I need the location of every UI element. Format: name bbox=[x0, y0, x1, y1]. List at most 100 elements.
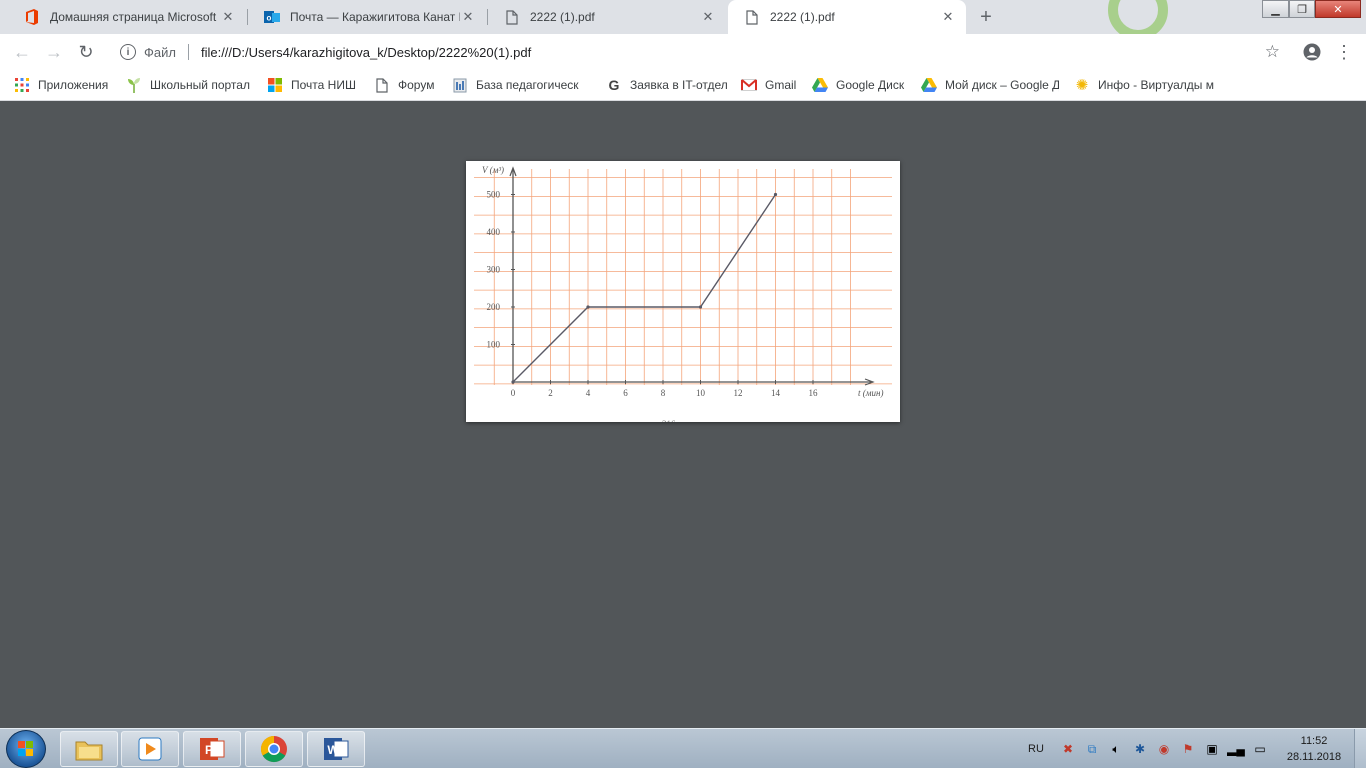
taskbar-word[interactable]: W bbox=[307, 731, 365, 767]
new-tab-button[interactable]: + bbox=[974, 5, 998, 29]
windows-logo-icon bbox=[18, 741, 33, 756]
tab-outlook-mail[interactable]: o Почта — Каражигитова Канат Е ✕ bbox=[248, 0, 486, 34]
bookmark-label: Заявка в IT-отдел bbox=[630, 78, 728, 92]
database-icon bbox=[452, 77, 468, 93]
x-tick-label: 12 bbox=[734, 388, 743, 398]
x-tick-label: 14 bbox=[771, 388, 781, 398]
bookmark-label: Форум bbox=[398, 78, 435, 92]
apps-grid-icon bbox=[14, 77, 30, 93]
bookmark-label: Мой диск – Google Д bbox=[945, 78, 1059, 92]
volume-icon[interactable]: 🔈︎ bbox=[1108, 741, 1124, 757]
bookmark-label: Инфо - Виртуалды м bbox=[1098, 78, 1214, 92]
language-indicator[interactable]: RU bbox=[1028, 729, 1044, 768]
y-tick-label: 200 bbox=[487, 302, 501, 312]
close-window-button[interactable]: ✕ bbox=[1315, 0, 1361, 18]
display-icon[interactable]: ▭ bbox=[1252, 741, 1268, 757]
bookmark-gmail[interactable]: Gmail bbox=[741, 76, 801, 94]
windows-taskbar: P W RU ✖ ⧉ 🔈︎ ✱ ◉ ⚑ ▣ ▂▄ ▭ 11:52 28.11.2… bbox=[0, 728, 1366, 768]
profile-button[interactable] bbox=[1300, 40, 1324, 64]
taskbar-powerpoint[interactable]: P bbox=[183, 731, 241, 767]
x-tick-label: 6 bbox=[623, 388, 628, 398]
page-number: 316 bbox=[662, 419, 676, 422]
tab-office-home[interactable]: Домашняя страница Microsoft O ✕ bbox=[8, 0, 246, 34]
device-icon[interactable]: ▣ bbox=[1204, 741, 1220, 757]
outlook-icon: o bbox=[264, 9, 280, 25]
bluetooth-icon[interactable]: ✱ bbox=[1132, 741, 1148, 757]
bookmark-school-portal[interactable]: Школьный портал bbox=[126, 76, 256, 94]
bookmark-it-request[interactable]: G Заявка в IT-отдел bbox=[606, 76, 728, 94]
chart-axes bbox=[509, 166, 875, 386]
tab-title: Домашняя страница Microsoft O bbox=[50, 10, 220, 24]
bookmark-forum[interactable]: Форум bbox=[374, 76, 440, 94]
start-button[interactable] bbox=[6, 730, 46, 768]
more-vertical-icon: ⋮ bbox=[1335, 41, 1353, 62]
close-tab-icon[interactable]: ✕ bbox=[220, 9, 236, 25]
account-icon bbox=[1303, 43, 1321, 61]
data-point bbox=[511, 380, 515, 384]
close-tab-icon[interactable]: ✕ bbox=[700, 9, 716, 25]
minimize-window-button[interactable]: ▁ bbox=[1262, 0, 1289, 18]
action-center-icon[interactable]: ⚑ bbox=[1180, 741, 1196, 757]
site-scheme-label: Файл bbox=[144, 44, 176, 60]
taskbar-chrome[interactable] bbox=[245, 731, 303, 767]
bookmark-my-drive[interactable]: Мой диск – Google Д bbox=[921, 76, 1059, 94]
address-bar[interactable]: i Файл file:///D:/Users4/karazhigitova_k… bbox=[110, 39, 1294, 65]
reload-icon: ↻ bbox=[78, 41, 94, 62]
data-point bbox=[773, 192, 778, 197]
network-warning-icon[interactable]: ✖ bbox=[1060, 741, 1076, 757]
close-icon: ✕ bbox=[1333, 3, 1343, 16]
bookmark-star-icon[interactable]: ☆ bbox=[1265, 42, 1280, 62]
clock-time: 11:52 bbox=[1300, 735, 1328, 747]
tab-pdf-2-active[interactable]: 2222 (1).pdf ✕ bbox=[728, 0, 966, 34]
x-tick-label: 8 bbox=[661, 388, 666, 398]
menu-button[interactable]: ⋮ bbox=[1332, 40, 1356, 64]
x-tick-label: 0 bbox=[511, 388, 516, 398]
chrome-icon bbox=[260, 735, 287, 763]
signal-strength-icon[interactable]: ▂▄ bbox=[1227, 741, 1245, 757]
update-icon[interactable]: ⧉ bbox=[1084, 741, 1100, 757]
word-icon: W bbox=[324, 738, 349, 760]
page-icon bbox=[374, 77, 390, 93]
tab-pdf-1[interactable]: 2222 (1).pdf ✕ bbox=[488, 0, 726, 34]
sun-icon: ✺ bbox=[1075, 77, 1089, 94]
forward-button[interactable]: → bbox=[42, 40, 66, 64]
y-tick-label: 500 bbox=[487, 190, 501, 200]
language-label: RU bbox=[1028, 743, 1044, 755]
x-tick-label: 2 bbox=[548, 388, 553, 398]
info-icon[interactable]: i bbox=[120, 44, 136, 60]
reload-button[interactable]: ↻ bbox=[74, 40, 98, 64]
office-icon bbox=[24, 9, 40, 25]
media-player-icon bbox=[138, 737, 162, 761]
x-tick-label: 4 bbox=[586, 388, 591, 398]
bookmark-nis-mail[interactable]: Почта НИШ bbox=[267, 76, 362, 94]
bookmark-apps[interactable]: Приложения bbox=[14, 76, 114, 94]
taskbar-file-explorer[interactable] bbox=[60, 731, 118, 767]
bookmark-pedagogical-base[interactable]: База педагогическ bbox=[452, 76, 590, 94]
tab-title: 2222 (1).pdf bbox=[530, 10, 595, 24]
y-tick-label: 400 bbox=[487, 227, 501, 237]
back-button[interactable]: ← bbox=[10, 40, 34, 64]
svg-text:W: W bbox=[327, 743, 339, 757]
tab-title: Почта — Каражигитова Канат Е bbox=[290, 10, 460, 24]
restore-window-button[interactable]: ❐ bbox=[1289, 0, 1315, 18]
gmail-icon bbox=[741, 77, 757, 93]
bookmark-virtual-info[interactable]: ✺ Инфо - Виртуалды м bbox=[1074, 76, 1214, 94]
show-desktop-button[interactable] bbox=[1354, 729, 1366, 768]
close-tab-icon[interactable]: ✕ bbox=[460, 9, 476, 25]
close-tab-icon[interactable]: ✕ bbox=[940, 9, 956, 25]
arrow-left-icon: ← bbox=[13, 41, 31, 62]
x-axis-label: t (мин) bbox=[858, 388, 883, 398]
pdf-page: 0 2 4 6 8 10 12 14 16 100 200 300 400 500 V (м³) t (м… bbox=[466, 161, 900, 422]
google-drive-icon bbox=[812, 77, 828, 93]
system-clock[interactable]: 11:52 28.11.2018 bbox=[1280, 733, 1348, 765]
bookmark-label: Школьный портал bbox=[150, 78, 250, 92]
pdf-viewer[interactable]: 0 2 4 6 8 10 12 14 16 100 200 300 400 500 V (м³) t (м… bbox=[0, 101, 1366, 728]
url-text[interactable]: file:///D:/Users4/karazhigitova_k/Deskto… bbox=[201, 45, 531, 60]
antivirus-icon[interactable]: ◉ bbox=[1156, 741, 1172, 757]
bookmark-google-drive[interactable]: Google Диск bbox=[812, 76, 910, 94]
y-tick-label: 300 bbox=[487, 265, 501, 275]
y-axis-label: V (м³) bbox=[482, 165, 504, 175]
taskbar-media-player[interactable] bbox=[121, 731, 179, 767]
omnibox-divider bbox=[187, 44, 189, 60]
restore-icon: ❐ bbox=[1297, 3, 1307, 16]
